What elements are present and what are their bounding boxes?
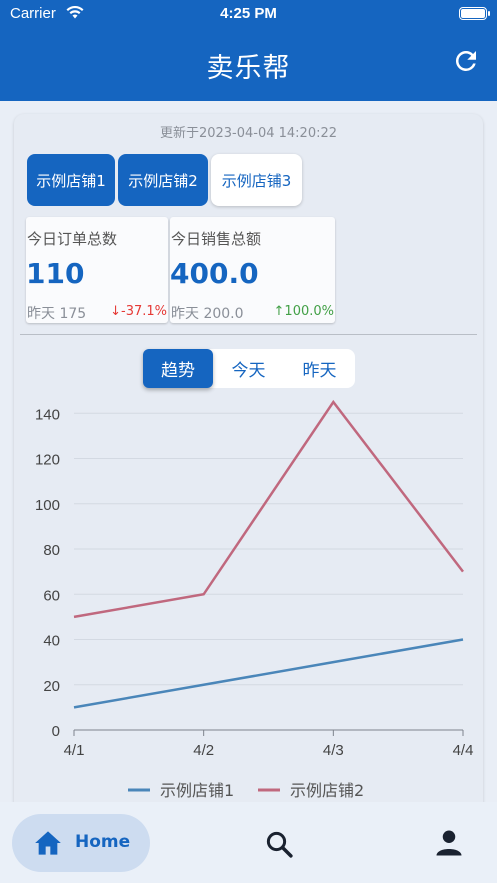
nav-search-button[interactable] [264, 829, 296, 861]
app-header: Carrier 4:25 PM 卖乐帮 [0, 0, 497, 101]
y-tick-label: 40 [43, 633, 60, 650]
y-tick-label: 100 [35, 497, 60, 514]
bottom-nav: Home [0, 802, 497, 883]
legend-label: 示例店铺2 [290, 781, 364, 800]
dashboard-card: 更新于2023-04-04 14:20:22 示例店铺1 示例店铺2 示例店铺3… [14, 114, 483, 814]
x-tick-label: 4/3 [323, 742, 344, 759]
nav-profile-button[interactable] [434, 828, 466, 860]
x-tick-label: 4/4 [453, 742, 474, 759]
y-tick-label: 60 [43, 587, 60, 604]
refresh-icon [455, 50, 476, 71]
y-tick-label: 20 [43, 678, 60, 695]
y-tick-label: 0 [52, 723, 60, 740]
profile-icon [436, 830, 462, 856]
refresh-button[interactable] [449, 44, 483, 78]
x-tick-label: 4/1 [64, 742, 85, 759]
status-time: 4:25 PM [220, 5, 277, 22]
battery-icon [459, 7, 490, 20]
status-bar: Carrier 4:25 PM [0, 4, 497, 24]
nav-home-label: Home [75, 832, 131, 852]
app-title: 卖乐帮 [206, 53, 291, 84]
y-tick-label: 120 [35, 452, 60, 469]
search-icon [266, 831, 293, 858]
x-tick-label: 4/2 [193, 742, 214, 759]
y-tick-label: 140 [35, 406, 60, 423]
series-line-1 [73, 638, 464, 709]
y-tick-label: 80 [43, 542, 60, 559]
series-line-2 [73, 399, 464, 619]
home-icon [35, 831, 61, 855]
nav-home-button[interactable]: Home [12, 814, 150, 872]
legend-label: 示例店铺1 [160, 781, 234, 800]
trend-chart: 0 20 40 60 80 100 120 140 4/1 4/2 4/3 4/4 示例店铺1 示例店铺2 [35, 399, 474, 800]
